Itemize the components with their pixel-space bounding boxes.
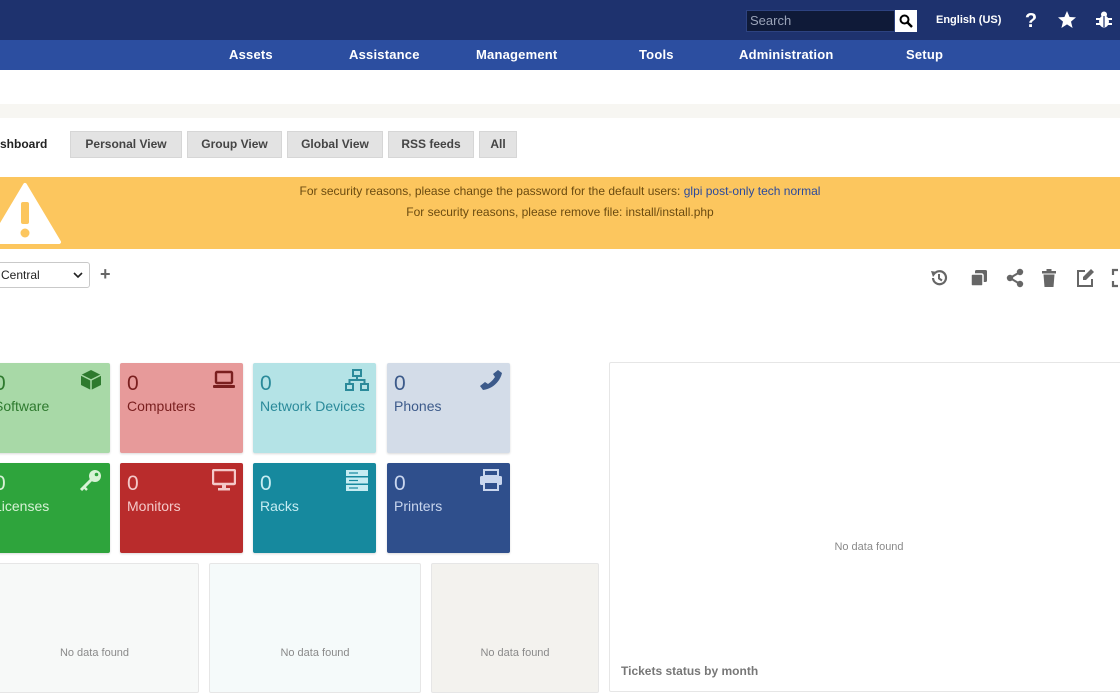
panel-title: Tickets status by month	[621, 664, 759, 678]
phone-icon	[480, 370, 502, 390]
main-menu: Assets Assistance Management Tools Admin…	[0, 40, 1120, 70]
alert-line-install: For security reasons, please remove file…	[406, 205, 714, 219]
svg-text:?: ?	[1025, 10, 1037, 30]
chevron-down-icon	[73, 272, 83, 279]
card-label: Racks	[260, 498, 299, 514]
laptop-icon	[213, 370, 235, 388]
menu-assets[interactable]: Assets	[229, 47, 273, 62]
card-label: Printers	[394, 498, 443, 514]
alert-users-link[interactable]: glpi post-only tech normal	[684, 184, 821, 198]
card-value: 0	[0, 472, 6, 496]
card-computers[interactable]: 0 Computers	[120, 363, 243, 453]
tab-personal-view[interactable]: Personal View	[70, 131, 182, 158]
search-input[interactable]: Search	[746, 10, 895, 32]
card-printers[interactable]: 0 Printers	[387, 463, 510, 553]
card-phones[interactable]: 0 Phones	[387, 363, 510, 453]
card-label: Phones	[394, 398, 442, 414]
panel-chart-3: No data found	[431, 563, 599, 693]
tab-all[interactable]: All	[479, 131, 517, 158]
menu-management[interactable]: Management	[476, 47, 557, 62]
top-bar: Search English (US) ?	[0, 0, 1120, 40]
security-alert: For security reasons, please change the …	[0, 177, 1120, 249]
printer-icon	[480, 469, 502, 491]
tab-global-view[interactable]: Global View	[287, 131, 383, 158]
clone-icon[interactable]	[969, 268, 989, 288]
card-licenses[interactable]: 0 Licenses	[0, 463, 110, 553]
history-icon[interactable]	[929, 268, 949, 288]
card-software[interactable]: 0 Software	[0, 363, 110, 453]
no-data-text: No data found	[834, 541, 904, 553]
delete-icon[interactable]	[1039, 268, 1059, 288]
help-icon[interactable]: ?	[1020, 9, 1042, 31]
dashboard-select-value: Central	[1, 268, 40, 282]
menu-setup[interactable]: Setup	[906, 47, 943, 62]
card-label: Licenses	[0, 498, 50, 514]
card-value: 0	[0, 372, 6, 396]
card-network-devices[interactable]: 0 Network Devices	[253, 363, 376, 453]
fullscreen-icon[interactable]	[1111, 268, 1120, 288]
share-icon[interactable]	[1005, 268, 1025, 288]
card-monitors[interactable]: 0 Monitors	[120, 463, 243, 553]
tab-dashboard[interactable]: shboard	[0, 137, 47, 151]
box-icon	[80, 370, 102, 390]
alert-password-text: For security reasons, please change the …	[299, 184, 681, 198]
card-label: Network Devices	[260, 398, 366, 414]
language-selector[interactable]: English (US)	[936, 14, 1001, 26]
key-icon	[79, 470, 101, 491]
card-label: Computers	[127, 398, 196, 414]
card-racks[interactable]: 0 Racks	[253, 463, 376, 553]
no-data-text: No data found	[280, 647, 350, 659]
card-value: 0	[127, 472, 139, 495]
card-value: 0	[260, 472, 272, 495]
edit-icon[interactable]	[1075, 268, 1095, 288]
card-label: Software	[0, 398, 50, 414]
search-icon	[899, 14, 913, 28]
card-value: 0	[394, 472, 406, 495]
server-icon	[346, 470, 368, 491]
menu-tools[interactable]: Tools	[639, 47, 674, 62]
menu-assistance[interactable]: Assistance	[349, 47, 420, 62]
card-value: 0	[127, 372, 139, 395]
tab-group-view[interactable]: Group View	[187, 131, 282, 158]
panel-chart-1: No data found	[0, 563, 199, 693]
tab-rss-feeds[interactable]: RSS feeds	[388, 131, 474, 158]
dashboard-select[interactable]: Central	[0, 262, 90, 288]
card-value: 0	[260, 372, 272, 395]
network-icon	[345, 369, 369, 391]
menu-administration[interactable]: Administration	[739, 47, 834, 62]
alert-line-password: For security reasons, please change the …	[0, 184, 1120, 198]
card-value: 0	[394, 372, 406, 395]
no-data-text: No data found	[59, 647, 130, 659]
bug-icon[interactable]	[1093, 9, 1115, 31]
card-label: Monitors	[127, 498, 181, 514]
monitor-icon	[212, 469, 236, 491]
breadcrumb-strip	[0, 104, 1120, 118]
search-button[interactable]	[895, 10, 917, 32]
panel-chart-2: No data found	[209, 563, 421, 693]
panel-tickets-status: No data found Tickets status by month	[609, 362, 1120, 692]
no-data-text: No data found	[480, 647, 550, 659]
star-icon[interactable]	[1056, 9, 1078, 31]
add-dashboard-button[interactable]: +	[100, 264, 111, 285]
